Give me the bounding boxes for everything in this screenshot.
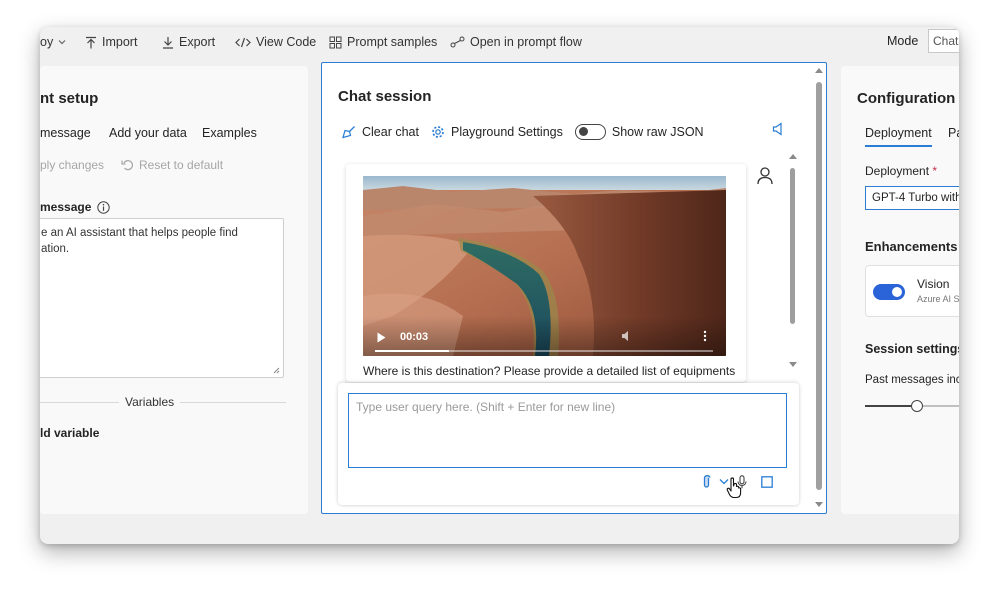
chat-session-panel: Chat session Clear chat Playground Setti…	[321, 62, 827, 514]
enhancements-heading: Enhancements	[865, 239, 958, 254]
playground-settings-label: Playground Settings	[450, 125, 563, 139]
deployment-label-text: Deployment	[865, 164, 930, 178]
broom-icon	[342, 126, 355, 139]
speaker-icon[interactable]	[772, 122, 784, 136]
chat-session-title: Chat session	[338, 88, 432, 105]
system-message-text: e an AI assistant that helps people find…	[41, 227, 238, 255]
flow-icon	[450, 36, 465, 48]
user-query-input[interactable]	[349, 394, 786, 467]
video-time: 00:03	[400, 331, 429, 343]
prompt-samples-label: Prompt samples	[347, 35, 438, 49]
deploy-menu-label: oy	[40, 35, 54, 49]
video-player[interactable]: 00:03	[363, 176, 726, 356]
export-label: Export	[179, 35, 216, 49]
view-code-button[interactable]: View Code	[235, 35, 316, 49]
system-message-textarea[interactable]: e an AI assistant that helps people find…	[40, 218, 284, 378]
show-raw-json-label: Show raw JSON	[611, 125, 704, 139]
resize-handle-icon[interactable]	[273, 367, 280, 374]
chat-session-scrollbar[interactable]	[814, 68, 824, 508]
user-message-card: 00:03 Where is this destination? Please …	[346, 164, 746, 382]
user-avatar-icon	[757, 167, 773, 185]
past-messages-slider-fill	[865, 405, 917, 407]
info-icon[interactable]	[97, 200, 111, 214]
volume-icon[interactable]	[621, 330, 633, 342]
vision-subtitle: Azure AI S	[917, 294, 959, 304]
playground-settings-button[interactable]: Playground Settings	[431, 125, 563, 139]
download-icon	[163, 36, 173, 49]
session-scroll-up-arrow[interactable]	[815, 68, 823, 73]
past-messages-label: Past messages incl	[865, 374, 959, 386]
reset-to-default-label: Reset to default	[139, 158, 224, 172]
open-prompt-flow-button[interactable]: Open in prompt flow	[450, 35, 582, 49]
tab-deployment[interactable]: Deployment	[865, 126, 932, 147]
open-prompt-flow-label: Open in prompt flow	[470, 35, 582, 49]
clear-chat-label: Clear chat	[362, 125, 419, 139]
mode-label: Mode	[887, 34, 919, 48]
scroll-thumb[interactable]	[790, 168, 795, 324]
required-marker: *	[932, 164, 938, 178]
vision-toggle[interactable]	[873, 284, 905, 300]
messages-scrollbar[interactable]	[788, 154, 798, 369]
assistant-setup-panel: nt setup message Add your data Examples …	[40, 66, 308, 514]
raw-json-switch[interactable]	[574, 124, 606, 140]
chat-session-toolbar: Clear chat Playground Settings Show raw …	[342, 124, 716, 140]
hand-cursor-icon	[726, 477, 742, 499]
import-button[interactable]: Import	[85, 35, 137, 49]
code-icon	[235, 37, 251, 47]
deployment-select[interactable]: GPT-4 Turbo with	[865, 186, 959, 210]
raw-json-switch-knob	[578, 127, 588, 136]
tab-examples[interactable]: Examples	[202, 126, 257, 140]
configuration-panel: Configuration Deployment Pa Deployment *…	[841, 66, 959, 514]
configuration-title: Configuration	[857, 90, 956, 107]
chevron-down-icon	[58, 40, 66, 45]
undo-icon	[121, 160, 134, 171]
assistant-setup-title: nt setup	[40, 90, 99, 107]
prompt-samples-button[interactable]: Prompt samples	[329, 35, 437, 49]
past-messages-slider[interactable]	[865, 400, 959, 412]
tab-add-your-data[interactable]: Add your data	[109, 126, 187, 140]
stop-icon[interactable]	[761, 475, 773, 488]
more-options-icon[interactable]	[703, 330, 707, 342]
scroll-down-arrow[interactable]	[789, 362, 797, 367]
variables-heading: Variables	[119, 395, 181, 409]
grid-icon	[329, 36, 342, 48]
play-icon[interactable]	[377, 332, 386, 343]
video-progress-track[interactable]	[375, 350, 713, 352]
vision-title: Vision	[917, 277, 950, 291]
session-settings-heading: Session settings	[865, 342, 959, 356]
system-message-label-text: message	[40, 200, 92, 214]
top-toolbar: oy Import Export View Code Prompt sample…	[40, 27, 959, 57]
export-button[interactable]: Export	[162, 35, 215, 49]
past-messages-slider-thumb[interactable]	[910, 400, 923, 412]
import-label: Import	[102, 35, 138, 49]
tab-system-message[interactable]: message	[40, 126, 91, 145]
video-progress-fill	[375, 350, 450, 352]
vision-toggle-knob	[892, 287, 902, 297]
user-message-text: Where is this destination? Please provid…	[363, 364, 736, 378]
gear-icon	[432, 126, 444, 138]
vision-enhancement-card: Vision Azure AI S	[865, 265, 959, 317]
clear-chat-button[interactable]: Clear chat	[342, 125, 419, 139]
session-scroll-down-arrow[interactable]	[815, 502, 823, 507]
paperclip-icon[interactable]	[702, 474, 711, 489]
system-message-label: message	[40, 200, 111, 214]
scroll-up-arrow[interactable]	[789, 154, 797, 159]
tab-parameters[interactable]: Pa	[948, 126, 959, 140]
view-code-label: View Code	[256, 35, 317, 49]
video-controls: 00:03	[363, 316, 726, 356]
mode-select[interactable]: Chat	[928, 29, 959, 53]
show-raw-json-toggle[interactable]: Show raw JSON	[574, 124, 704, 140]
query-input-box[interactable]	[348, 393, 787, 468]
apply-changes-button[interactable]: ply changes	[40, 158, 104, 172]
session-scroll-thumb[interactable]	[816, 82, 822, 490]
app-window: oy Import Export View Code Prompt sample…	[40, 27, 959, 544]
deploy-menu-button[interactable]: oy	[40, 35, 66, 49]
reset-to-default-button[interactable]: Reset to default	[121, 158, 223, 172]
deployment-label: Deployment *	[865, 164, 937, 178]
upload-icon	[86, 36, 96, 48]
add-variable-button[interactable]: ld variable	[40, 426, 99, 440]
